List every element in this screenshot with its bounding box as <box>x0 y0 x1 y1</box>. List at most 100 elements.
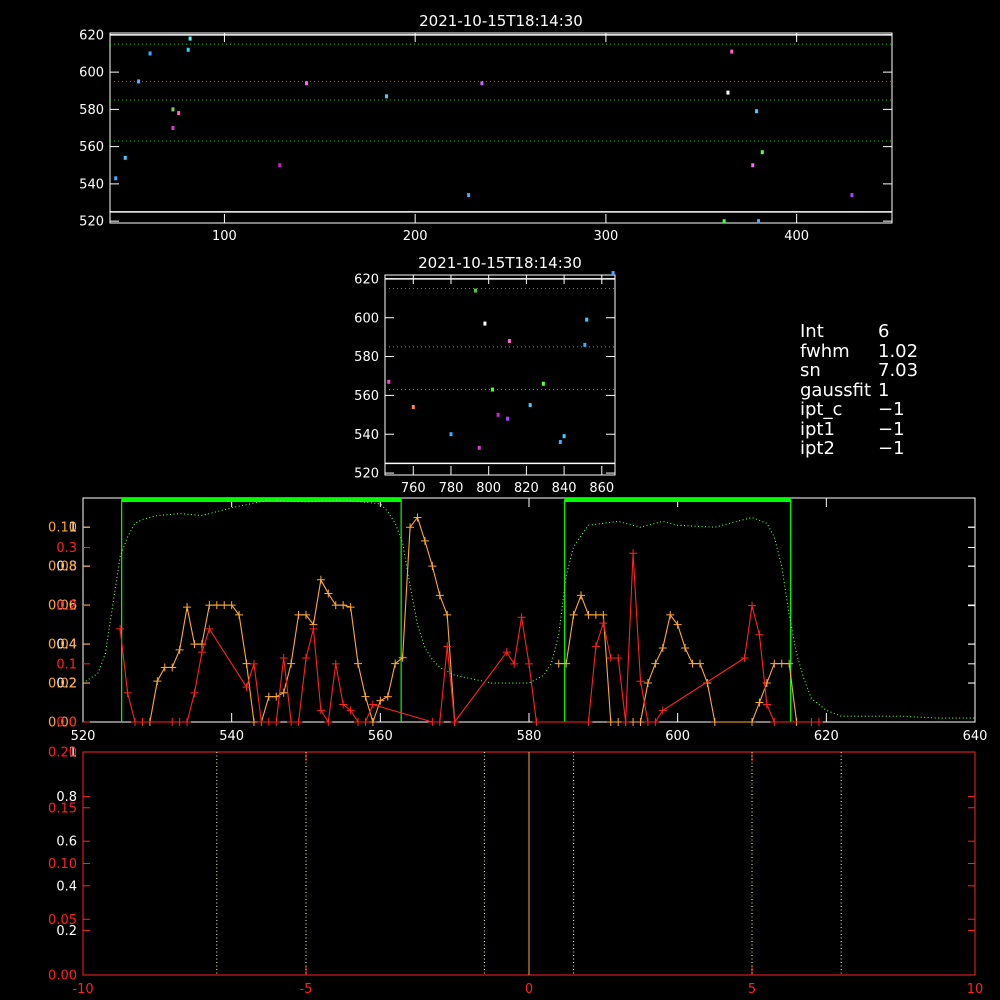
x-tick-label: 5 <box>748 982 756 997</box>
x-tick-label: 600 <box>665 729 690 744</box>
data-point <box>376 696 385 705</box>
x-tick-label: 10 <box>967 982 984 997</box>
data-point <box>577 591 586 600</box>
info-row-sn: sn 7.03 <box>800 361 918 381</box>
info-key: gaussfit <box>800 379 872 401</box>
scatter-point <box>477 445 481 450</box>
scatter-point <box>730 49 734 54</box>
y-tick-label: 0.08 <box>48 560 77 575</box>
y-tick-label: 0.4 <box>56 879 77 894</box>
scatter-point <box>480 81 484 86</box>
data-point <box>584 610 593 619</box>
scatter-point <box>449 432 453 437</box>
y-tick-label: 540 <box>354 428 379 443</box>
scatter-point <box>387 379 391 384</box>
data-point <box>316 575 325 584</box>
scatter-point <box>726 90 730 95</box>
data-point <box>554 659 563 668</box>
spectrum-plot: 520 540 560 580 600 620 6400.20.40.60.810.000.… <box>48 497 987 744</box>
data-point <box>324 589 333 598</box>
info-value: −1 <box>878 399 905 420</box>
x-tick-label: 780 <box>439 481 464 496</box>
fit-info-panel: Int 6 fwhm 1.02 sn 7.03 gaussfit 1 ipt_c −1 i… <box>800 322 918 459</box>
data-point <box>346 603 355 612</box>
y-tick-label: 0.00 <box>48 969 77 984</box>
scatter-point <box>585 317 589 322</box>
data-point <box>272 718 281 726</box>
x-tick-label: 200 <box>403 229 428 244</box>
data-point <box>287 659 296 668</box>
data-point <box>569 610 578 619</box>
info-row-ipt2: ipt2 −1 <box>800 439 918 459</box>
data-point <box>502 648 511 657</box>
data-point <box>428 718 437 726</box>
data-point <box>814 718 823 726</box>
data-point <box>658 643 667 652</box>
data-point <box>599 619 608 628</box>
scatter-point <box>506 416 510 421</box>
data-point <box>688 659 697 668</box>
x-tick-label: 620 <box>814 729 839 744</box>
info-row-ipt1: ipt1 −1 <box>800 419 918 440</box>
data-point <box>681 643 690 652</box>
data-point <box>510 659 519 668</box>
scatter-point <box>186 47 190 52</box>
data-point <box>190 688 199 697</box>
data-point <box>294 610 303 619</box>
data-point <box>599 610 608 619</box>
y-tick-label: 580 <box>79 103 104 118</box>
data-point <box>160 663 169 672</box>
x-tick-label: 100 <box>212 229 237 244</box>
data-point <box>450 718 459 726</box>
data-point <box>190 640 199 649</box>
data-point <box>770 718 779 726</box>
scatter-point <box>385 94 389 99</box>
scatter-point <box>611 271 615 276</box>
data-point <box>368 700 377 709</box>
scatter-point <box>558 439 562 444</box>
y-tick-label: 540 <box>79 177 104 192</box>
data-point <box>205 601 214 610</box>
data-point <box>168 718 177 726</box>
data-point <box>242 659 251 668</box>
y-tick-label: 520 <box>354 467 379 482</box>
plot-frame <box>109 32 893 224</box>
data-point <box>614 654 623 662</box>
data-point <box>651 718 660 726</box>
scatter-point <box>188 36 192 41</box>
data-point <box>591 610 600 619</box>
data-point <box>309 624 318 633</box>
x-tick-label: 300 <box>593 229 618 244</box>
plot-frame <box>82 497 976 723</box>
data-point <box>175 718 184 726</box>
scatter-point <box>467 193 471 198</box>
data-point <box>435 718 444 726</box>
y-tick-label: 0.1 <box>56 657 77 672</box>
data-point <box>562 659 571 668</box>
y-tick-label: 0.02 <box>48 677 77 692</box>
x-tick-label: 760 <box>401 481 426 496</box>
data-point <box>629 549 638 558</box>
scatter-point <box>483 321 487 326</box>
scatter-point <box>114 176 118 181</box>
chart-title: 2021-10-15T18:14:30 <box>419 12 583 30</box>
data-point <box>584 718 593 726</box>
zoom-scatter-plot: 2021-10-15T18:14:30 760 780 800 820 840 860 520… <box>354 254 616 496</box>
x-tick-label: -10 <box>72 982 93 997</box>
info-value: 1.02 <box>878 340 919 362</box>
scatter-point <box>562 434 566 439</box>
y-tick-label: 580 <box>354 350 379 365</box>
data-point <box>331 601 340 610</box>
data-point <box>324 718 333 726</box>
data-point <box>212 601 221 610</box>
scatter-point <box>722 219 726 224</box>
data-point <box>748 718 756 726</box>
data-point <box>264 718 273 726</box>
x-tick-label: 860 <box>589 481 614 496</box>
data-point <box>428 562 437 571</box>
x-tick-label: 800 <box>476 481 501 496</box>
data-point <box>443 610 452 619</box>
y-tick-label: 0.0 <box>56 716 77 731</box>
data-point <box>606 654 615 662</box>
data-point <box>770 659 779 668</box>
